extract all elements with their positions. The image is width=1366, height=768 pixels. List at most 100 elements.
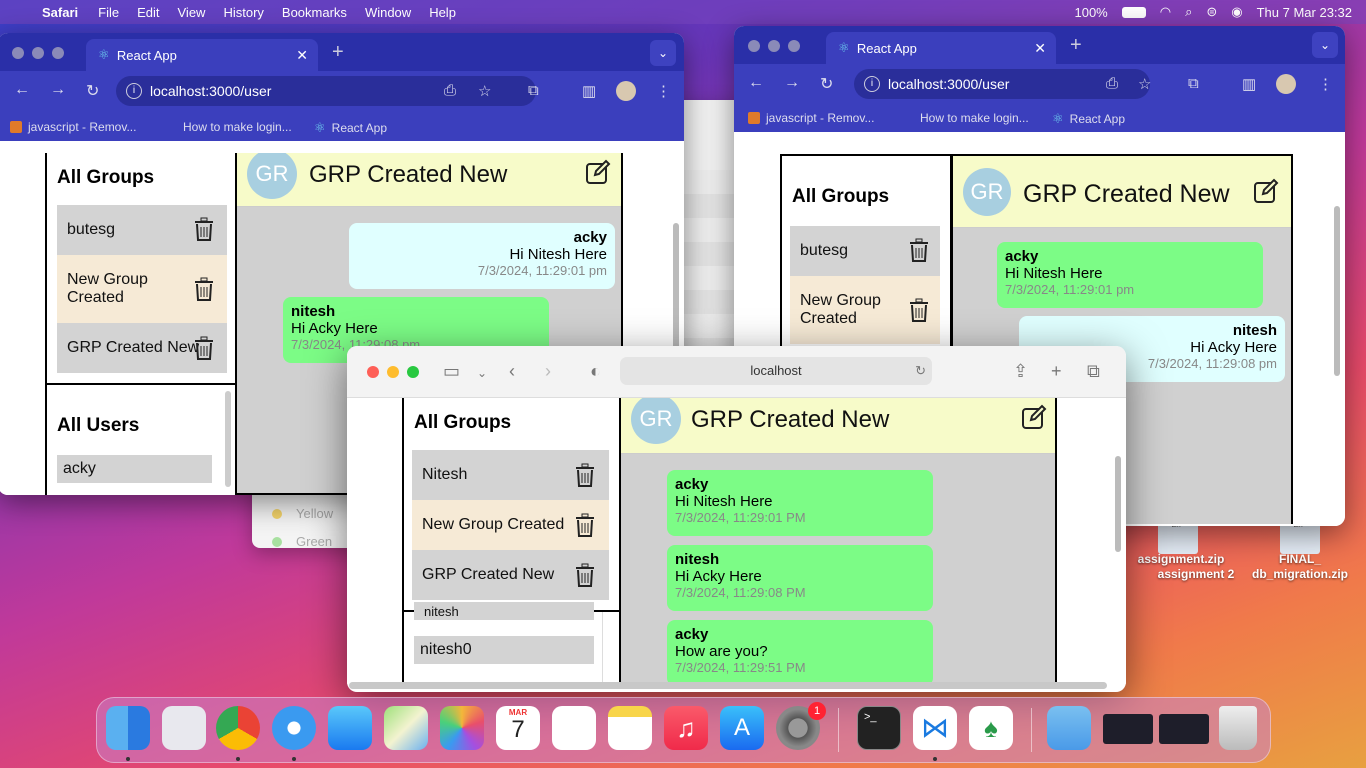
forward-icon[interactable]: → xyxy=(784,74,800,92)
launchpad-icon[interactable] xyxy=(162,706,206,750)
scrollbar[interactable] xyxy=(1115,456,1121,552)
new-tab-icon[interactable]: + xyxy=(332,41,344,64)
trash-icon[interactable] xyxy=(574,513,596,537)
menu-icon[interactable]: ⋮ xyxy=(1318,75,1333,93)
wifi-icon[interactable]: ◠ xyxy=(1160,4,1171,20)
siri-icon[interactable]: ◉ xyxy=(1231,4,1242,20)
notes-icon[interactable] xyxy=(608,706,652,750)
terminal-icon[interactable]: >_ xyxy=(857,706,901,750)
menu-view[interactable]: View xyxy=(178,5,206,20)
menu-history[interactable]: History xyxy=(223,5,263,20)
window-controls[interactable] xyxy=(748,40,800,52)
bookmark-3[interactable]: ⚛ React App xyxy=(1052,111,1125,127)
music-icon[interactable]: ♫ xyxy=(664,706,708,750)
menu-icon[interactable]: ⋮ xyxy=(656,82,671,100)
maps-icon[interactable] xyxy=(384,706,428,750)
window-thumbnail[interactable] xyxy=(1159,714,1209,744)
window-controls[interactable] xyxy=(12,47,64,59)
chrome-icon[interactable] xyxy=(216,706,260,750)
privacy-shield-icon[interactable]: ◐ xyxy=(590,361,601,382)
extensions-icon[interactable]: ⧉ xyxy=(528,82,539,99)
search-icon[interactable]: ⌕ xyxy=(1185,4,1192,20)
tab-react-app[interactable]: ⚛ React App ✕ xyxy=(86,39,318,71)
trash-icon[interactable] xyxy=(574,463,596,487)
back-icon[interactable]: ‹ xyxy=(509,361,515,382)
mongodb-compass-icon[interactable]: ♠ xyxy=(969,706,1013,750)
share-icon[interactable]: ⇪ xyxy=(1013,361,1028,382)
site-info-icon[interactable]: i xyxy=(864,76,880,92)
bookmark-1[interactable]: javascript - Remov... xyxy=(748,111,874,125)
trash-icon[interactable] xyxy=(193,336,215,360)
clock[interactable]: Thu 7 Mar 23:32 xyxy=(1257,5,1352,20)
close-tab-icon[interactable]: ✕ xyxy=(296,47,308,64)
trash-icon[interactable] xyxy=(908,298,930,322)
reminders-icon[interactable] xyxy=(552,706,596,750)
sidepanel-icon[interactable]: ▥ xyxy=(1242,75,1256,93)
desktop-file-final[interactable]: FINAL_ db_migration.zip xyxy=(1244,552,1356,582)
address-bar[interactable]: i localhost:3000/user xyxy=(116,76,536,106)
sidebar-icon[interactable]: ▭ xyxy=(443,361,460,382)
forward-icon[interactable]: → xyxy=(50,81,66,99)
edit-icon[interactable] xyxy=(1253,178,1279,204)
tab-overview-icon[interactable]: ⧉ xyxy=(1087,361,1100,382)
menu-app-name[interactable]: Safari xyxy=(42,5,78,20)
trash-icon[interactable] xyxy=(908,238,930,262)
chevron-down-icon[interactable]: ⌄ xyxy=(477,366,487,380)
calendar-icon[interactable]: MAR 7 xyxy=(496,706,540,750)
menu-bookmarks[interactable]: Bookmarks xyxy=(282,5,347,20)
desktop-file-assignment[interactable]: assignment.zip assignment 2 xyxy=(1126,552,1236,582)
tab-react-app[interactable]: ⚛ React App ✕ xyxy=(826,32,1056,64)
reload-icon[interactable]: ↻ xyxy=(820,74,833,94)
battery-icon[interactable] xyxy=(1121,6,1146,18)
back-icon[interactable]: ← xyxy=(14,81,30,99)
profile-avatar[interactable] xyxy=(1276,74,1296,94)
mail-icon[interactable] xyxy=(328,706,372,750)
site-info-icon[interactable]: i xyxy=(126,83,142,99)
app-store-icon[interactable]: A xyxy=(720,706,764,750)
safari-icon[interactable] xyxy=(272,706,316,750)
zoom-window-button[interactable] xyxy=(407,366,419,378)
control-center-icon[interactable]: ⊜ xyxy=(1206,4,1217,20)
menu-edit[interactable]: Edit xyxy=(137,5,159,20)
address-bar[interactable]: localhost ↻ xyxy=(620,357,932,385)
tab-search-icon[interactable]: ⌄ xyxy=(650,40,676,66)
scrollbar[interactable] xyxy=(225,391,231,487)
tab-search-icon[interactable]: ⌄ xyxy=(1312,32,1338,58)
bookmark-star-icon[interactable]: ☆ xyxy=(1138,75,1151,93)
user-item-nitesh[interactable]: nitesh xyxy=(414,602,594,620)
horizontal-scrollbar[interactable] xyxy=(349,682,1107,689)
edit-icon[interactable] xyxy=(1021,404,1047,430)
new-tab-icon[interactable]: + xyxy=(1070,34,1082,57)
back-icon[interactable]: ← xyxy=(748,74,764,92)
bookmark-3[interactable]: ⚛ React App xyxy=(314,120,387,136)
user-item-nitesh0[interactable]: nitesh0 xyxy=(414,636,594,664)
trash-icon[interactable] xyxy=(193,217,215,241)
install-icon[interactable]: ⎙ xyxy=(1106,75,1118,92)
bookmark-star-icon[interactable]: ☆ xyxy=(478,82,491,100)
sidepanel-icon[interactable]: ▥ xyxy=(582,82,596,100)
close-window-button[interactable] xyxy=(367,366,379,378)
minimize-window-button[interactable] xyxy=(387,366,399,378)
photos-icon[interactable] xyxy=(440,706,484,750)
menu-file[interactable]: File xyxy=(98,5,119,20)
folder-icon[interactable] xyxy=(1047,706,1091,750)
forward-icon[interactable]: › xyxy=(545,361,551,382)
vscode-icon[interactable]: ⋈ xyxy=(913,706,957,750)
bookmark-2[interactable]: How to make login... xyxy=(183,120,292,134)
menu-help[interactable]: Help xyxy=(429,5,456,20)
trash-icon[interactable] xyxy=(574,563,596,587)
window-thumbnail[interactable] xyxy=(1103,714,1153,744)
reload-icon[interactable]: ↻ xyxy=(86,81,99,101)
menu-window[interactable]: Window xyxy=(365,5,411,20)
reload-icon[interactable]: ↻ xyxy=(915,357,926,385)
finder-icon[interactable] xyxy=(106,706,150,750)
extensions-icon[interactable]: ⧉ xyxy=(1188,75,1199,92)
bookmark-2[interactable]: How to make login... xyxy=(920,111,1029,125)
close-tab-icon[interactable]: ✕ xyxy=(1034,40,1046,57)
edit-icon[interactable] xyxy=(585,159,611,185)
bookmark-1[interactable]: javascript - Remov... xyxy=(10,120,136,134)
install-icon[interactable]: ⎙ xyxy=(444,82,456,99)
scrollbar[interactable] xyxy=(1334,206,1340,376)
profile-avatar[interactable] xyxy=(616,81,636,101)
trash-bin-icon[interactable] xyxy=(1219,706,1257,750)
